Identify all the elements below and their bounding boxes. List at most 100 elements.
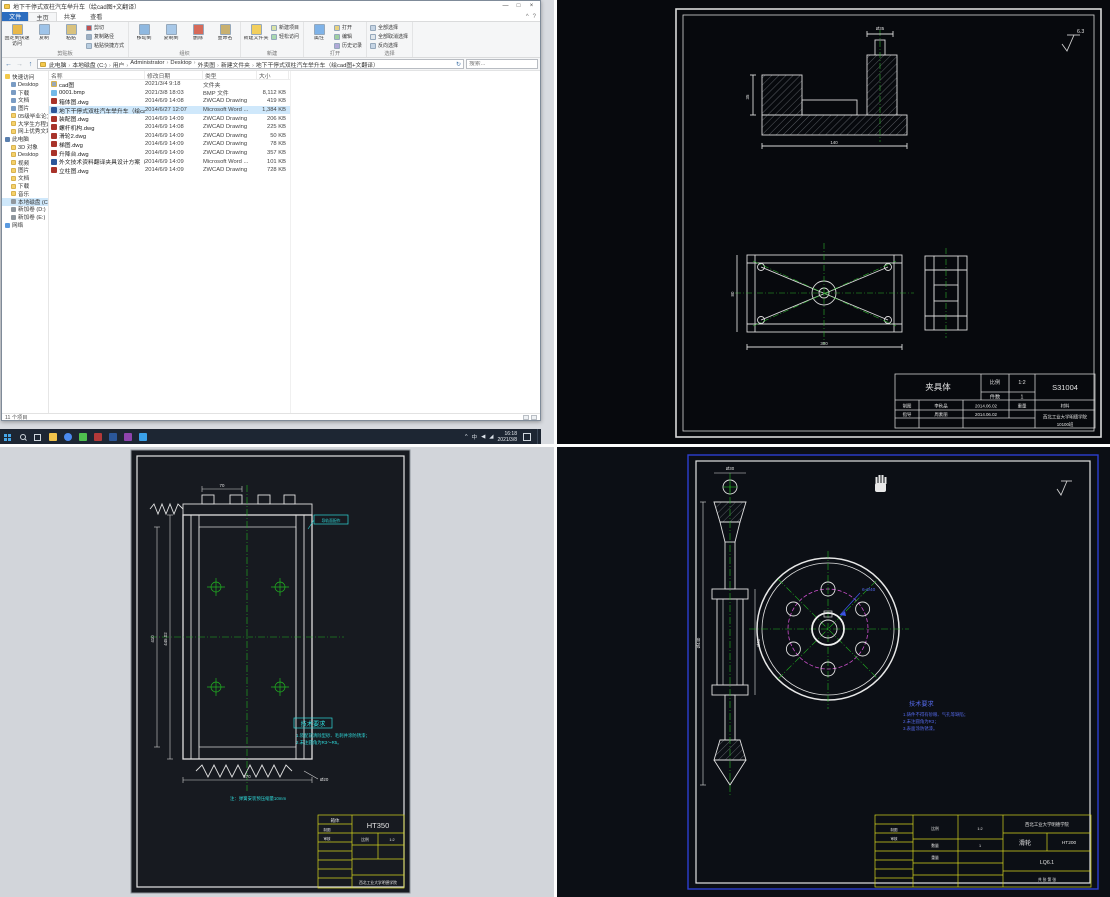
- ribbon-button[interactable]: 打开: [333, 23, 364, 32]
- breadcrumb-segment[interactable]: 此电脑: [48, 60, 71, 69]
- ribbon-button[interactable]: 全部取消选择: [369, 32, 410, 41]
- ribbon-button[interactable]: 剪切: [85, 23, 126, 32]
- nav-item[interactable]: Desktop: [2, 151, 48, 159]
- ribbon-button[interactable]: 属性: [306, 23, 332, 50]
- hidden-icons-chevron[interactable]: ^: [465, 434, 468, 440]
- breadcrumb-segment[interactable]: Desktop: [169, 60, 196, 69]
- nav-item[interactable]: 05级毕业论文: [2, 112, 48, 120]
- nav-item[interactable]: 图片: [2, 167, 48, 175]
- minimize-button[interactable]: —: [499, 1, 512, 12]
- nav-item[interactable]: 新加卷 (E:): [2, 213, 48, 221]
- ribbon-button[interactable]: 复制到: [158, 23, 184, 50]
- address-breadcrumb[interactable]: 此电脑本地磁盘 (C:)用户AdministratorDesktop外卖图新建文…: [37, 59, 464, 69]
- ribbon-button-icon: [271, 25, 277, 31]
- task-view-button[interactable]: [30, 429, 45, 444]
- file-row[interactable]: 地下干停式双柱汽车举升车（绘cad图+... 2014/6/27 12:07 M…: [49, 106, 290, 115]
- ribbon-button[interactable]: 重命名: [212, 23, 238, 50]
- up-icon[interactable]: ↑: [26, 61, 35, 68]
- taskbar-app-button[interactable]: [60, 429, 75, 444]
- ime-indicator[interactable]: 中: [472, 433, 478, 441]
- file-row[interactable]: 装配图.dwg 2014/6/9 14:09 ZWCAD Drawing 206…: [49, 114, 290, 123]
- ribbon-button[interactable]: 新建文件夹: [243, 23, 269, 50]
- ribbon-button[interactable]: 删除: [185, 23, 211, 50]
- breadcrumb-segment[interactable]: 用户: [112, 60, 130, 69]
- nav-item[interactable]: 图片: [2, 104, 48, 112]
- column-header-type[interactable]: 类型: [203, 71, 257, 80]
- nav-item[interactable]: 本地磁盘 (C:): [2, 198, 48, 206]
- search-button[interactable]: [15, 429, 30, 444]
- ribbon-button[interactable]: 复制路径: [85, 32, 126, 41]
- file-row[interactable]: 滑轮2.dwg 2014/6/9 14:09 ZWCAD Drawing 50 …: [49, 132, 290, 141]
- ribbon-button[interactable]: 编辑: [333, 32, 364, 41]
- ribbon-button[interactable]: 新建项目: [270, 23, 301, 32]
- ribbon-button[interactable]: 粘贴: [58, 23, 84, 50]
- ribbon-tab[interactable]: 共享: [57, 12, 83, 21]
- breadcrumb-segment[interactable]: 本地磁盘 (C:): [71, 60, 111, 69]
- nav-item[interactable]: 新加卷 (D:): [2, 206, 48, 214]
- ribbon-button[interactable]: 复制: [31, 23, 57, 50]
- nav-item[interactable]: 快速访问: [2, 73, 48, 81]
- file-row[interactable]: 螺杆机构.dwg 2014/6/9 14:08 ZWCAD Drawing 22…: [49, 123, 290, 132]
- column-header-size[interactable]: 大小: [257, 71, 289, 80]
- file-row[interactable]: 箱体图.dwg 2014/6/9 14:08 ZWCAD Drawing 419…: [49, 97, 290, 106]
- file-row[interactable]: 0001.bmp 2021/3/8 18:03 BMP 文件 8,112 KB: [49, 89, 290, 98]
- taskbar-app-button[interactable]: [120, 429, 135, 444]
- ribbon-tab[interactable]: 主页: [28, 12, 56, 21]
- taskbar-app-button[interactable]: [90, 429, 105, 444]
- nav-item[interactable]: 文档: [2, 174, 48, 182]
- ribbon-button[interactable]: 历史记录: [333, 41, 364, 50]
- search-box[interactable]: [466, 59, 538, 69]
- taskbar-app-button[interactable]: [45, 429, 60, 444]
- ribbon-button[interactable]: 移动到: [131, 23, 157, 50]
- clock[interactable]: 16:18 2021/3/8: [498, 431, 517, 443]
- back-icon[interactable]: ←: [4, 61, 13, 68]
- ribbon-button[interactable]: 轻松访问: [270, 32, 301, 41]
- file-row[interactable]: 梯图.dwg 2014/6/9 14:09 ZWCAD Drawing 78 K…: [49, 140, 290, 149]
- details-view-icon[interactable]: [523, 415, 529, 420]
- ribbon-tab[interactable]: 文件: [2, 12, 28, 21]
- nav-item[interactable]: 3D 对象: [2, 143, 48, 151]
- close-button[interactable]: ×: [525, 1, 538, 12]
- file-row[interactable]: 外文技术资料翻译夹具设计方案（中-英文... 2014/6/9 14:09 Mi…: [49, 157, 290, 166]
- nav-item[interactable]: 下载: [2, 89, 48, 97]
- file-row[interactable]: 升降台.dwg 2014/6/9 14:09 ZWCAD Drawing 357…: [49, 149, 290, 158]
- nav-item[interactable]: 网上优秀文章: [2, 128, 48, 136]
- action-center-icon[interactable]: [523, 433, 531, 441]
- breadcrumb-segment[interactable]: Administrator: [129, 60, 169, 69]
- column-header-date[interactable]: 修改日期: [145, 71, 203, 80]
- breadcrumb-segment[interactable]: 外卖图: [197, 60, 220, 69]
- volume-icon[interactable]: ◀: [481, 434, 485, 440]
- breadcrumb-segment[interactable]: 地下干停式双柱汽车举升车（绘cad图+文翻译）: [255, 60, 382, 69]
- taskbar-app-button[interactable]: [135, 429, 150, 444]
- nav-item[interactable]: 网络: [2, 221, 48, 229]
- ribbon-collapse-icon[interactable]: ^: [526, 14, 529, 20]
- nav-item[interactable]: 下载: [2, 182, 48, 190]
- column-header-name[interactable]: 名称: [49, 71, 145, 80]
- help-icon[interactable]: ?: [533, 14, 536, 20]
- file-row[interactable]: 立柱图.dwg 2014/6/9 14:09 ZWCAD Drawing 728…: [49, 166, 290, 175]
- search-input[interactable]: [469, 61, 535, 67]
- breadcrumb: 此电脑本地磁盘 (C:)用户AdministratorDesktop外卖图新建文…: [48, 60, 454, 69]
- ribbon-button[interactable]: 粘贴快捷方式: [85, 41, 126, 50]
- taskbar-app-button[interactable]: [105, 429, 120, 444]
- file-row[interactable]: cad图 2021/3/4 9:18 文件夹: [49, 80, 290, 89]
- nav-item[interactable]: 此电脑: [2, 135, 48, 143]
- breadcrumb-segment[interactable]: 新建文件夹: [220, 60, 255, 69]
- ribbon-button[interactable]: 全部选择: [369, 23, 410, 32]
- start-button[interactable]: [0, 429, 15, 444]
- ribbon-button[interactable]: 反向选择: [369, 41, 410, 50]
- maximize-button[interactable]: □: [512, 1, 525, 12]
- taskbar-app-button[interactable]: [75, 429, 90, 444]
- nav-item[interactable]: 视频: [2, 159, 48, 167]
- ribbon-button[interactable]: 固定到快速访问: [4, 23, 30, 50]
- nav-item[interactable]: Desktop: [2, 81, 48, 89]
- forward-icon[interactable]: →: [15, 61, 24, 68]
- ribbon-tab[interactable]: 查看: [83, 12, 109, 21]
- nav-item[interactable]: 音乐: [2, 190, 48, 198]
- network-icon[interactable]: ◢: [489, 434, 493, 440]
- refresh-icon[interactable]: ↻: [456, 61, 461, 68]
- show-desktop-button[interactable]: [537, 429, 540, 444]
- nav-item[interactable]: 大学生方程式赛车: [2, 120, 48, 128]
- thumbnail-view-icon[interactable]: [531, 415, 537, 420]
- nav-item[interactable]: 文档: [2, 96, 48, 104]
